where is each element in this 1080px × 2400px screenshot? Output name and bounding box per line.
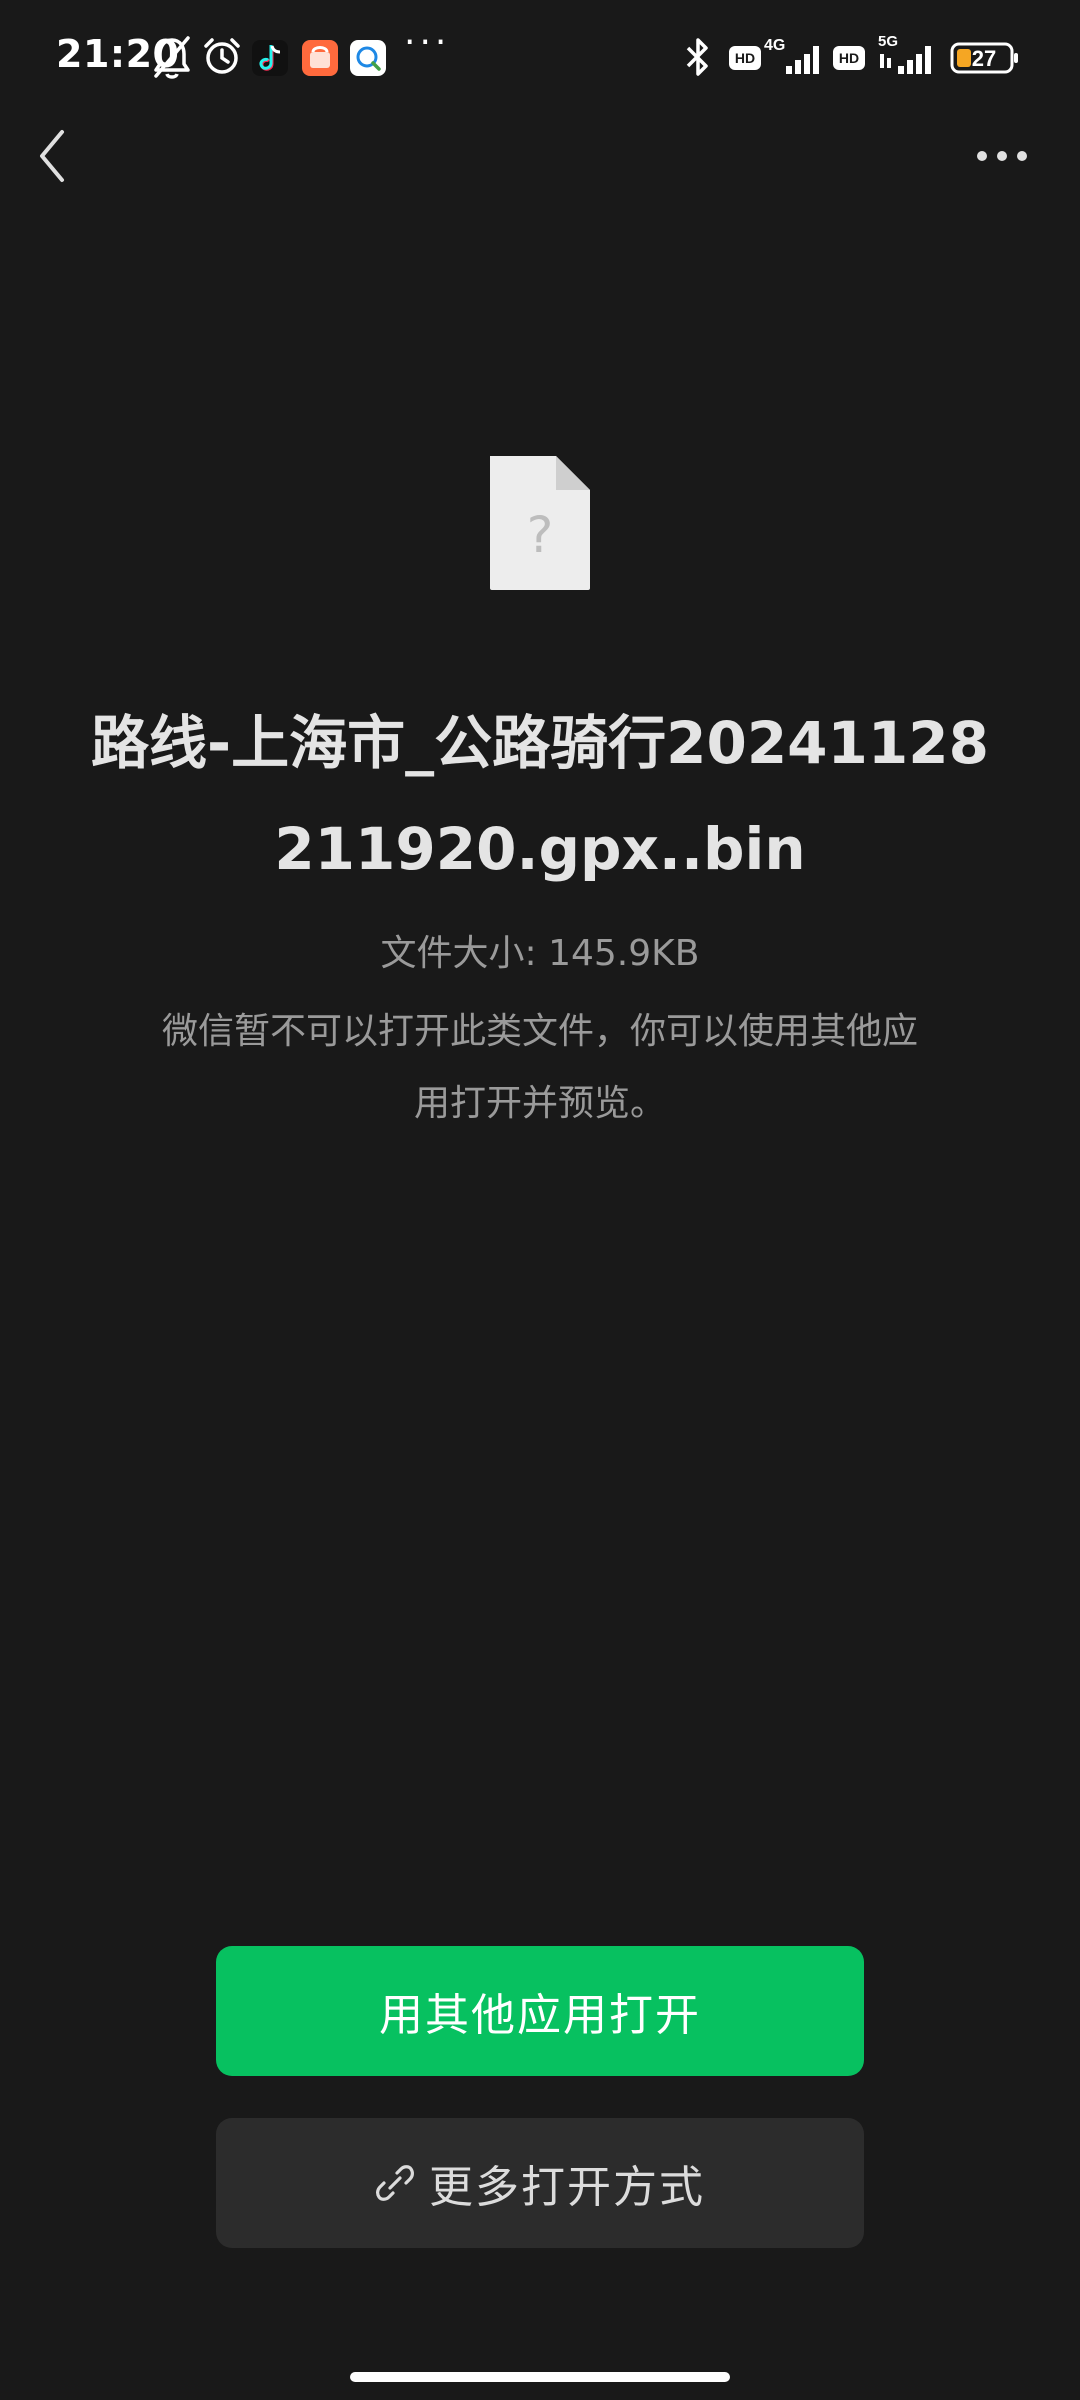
- shopping-app-icon: [302, 40, 338, 76]
- file-unsupported-hint: 微信暂不可以打开此类文件，你可以使用其他应用打开并预览。: [161, 1011, 918, 1124]
- home-indicator[interactable]: [350, 2372, 730, 2382]
- open-with-other-app-button[interactable]: 用其他应用打开: [216, 1946, 864, 2076]
- tiktok-icon: [252, 40, 288, 76]
- svg-text:HD: HD: [735, 50, 755, 66]
- svg-text:HD: HD: [839, 50, 859, 66]
- hd-badge-icon: HD: [833, 46, 865, 70]
- alarm-icon: [204, 38, 240, 74]
- bell-off-icon: [154, 36, 190, 79]
- more-open-methods-button[interactable]: 更多打开方式: [216, 2118, 864, 2248]
- file-name: 路线-上海市_公路骑行20241128211920.gpx..bin: [91, 709, 989, 883]
- chat-app-icon: [350, 40, 386, 76]
- svg-text:27: 27: [972, 46, 996, 71]
- unknown-file-icon: ?: [490, 456, 590, 590]
- hd-badge-icon: HD: [729, 46, 761, 70]
- back-button[interactable]: [24, 120, 96, 192]
- status-more-icon: ···: [404, 22, 451, 63]
- svg-text:?: ?: [527, 506, 554, 564]
- svg-text:5G: 5G: [878, 33, 898, 50]
- bluetooth-icon: [686, 38, 708, 76]
- battery-icon: 27: [950, 42, 1018, 74]
- file-size: 文件大小: 145.9KB: [380, 933, 700, 974]
- link-icon: [376, 2165, 414, 2201]
- more-dots-icon: [977, 151, 1027, 161]
- more-options-button[interactable]: [966, 120, 1038, 192]
- signal-5g-icon: 5G: [878, 33, 931, 74]
- signal-4g-icon: 4G: [764, 37, 819, 74]
- open-with-other-app-label: 用其他应用打开: [379, 1990, 701, 2041]
- status-bar: 21:20 ··· HD 4G HD 5G 27: [0, 0, 1080, 116]
- chevron-left-icon: [40, 130, 64, 182]
- svg-text:4G: 4G: [764, 37, 785, 54]
- more-open-methods-label: 更多打开方式: [429, 2162, 705, 2213]
